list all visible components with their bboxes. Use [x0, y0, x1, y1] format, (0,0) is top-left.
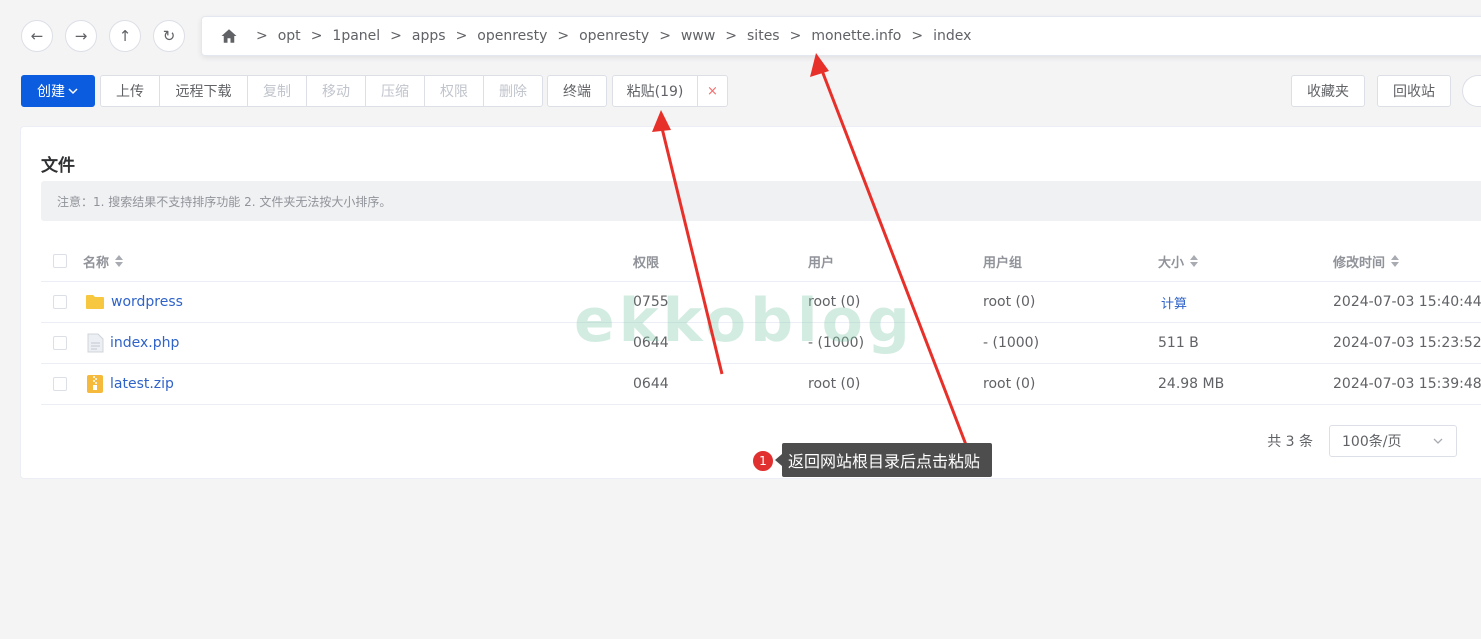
column-user: 用户	[808, 255, 835, 271]
column-name[interactable]: 名称	[83, 241, 124, 281]
row-checkbox[interactable]	[53, 377, 67, 391]
notice-bar: 注意：1. 搜索结果不支持排序功能 2. 文件夹无法按大小排序。	[41, 181, 1481, 221]
breadcrumb: > opt >1panel > apps > openresty > openresty…	[201, 16, 1481, 56]
breadcrumb-item[interactable]: >1panel	[301, 28, 380, 44]
column-modified[interactable]: 修改时间	[1333, 241, 1400, 281]
favorites-button[interactable]: 收藏夹	[1291, 75, 1365, 107]
breadcrumb-item[interactable]: > openresty	[446, 28, 548, 44]
sort-icon[interactable]	[1391, 255, 1400, 267]
breadcrumb-item[interactable]: > index	[901, 28, 971, 44]
row-checkbox[interactable]	[53, 295, 67, 309]
column-size[interactable]: 大小	[1158, 241, 1199, 281]
sort-icon[interactable]	[1190, 255, 1199, 267]
calculate-size-link[interactable]: 计算	[1161, 293, 1187, 312]
paste-button[interactable]: 粘贴(19)	[612, 75, 698, 107]
arrow-left-icon: ←	[30, 27, 44, 45]
home-icon[interactable]	[220, 27, 238, 45]
pagination: 共 3 条 100条/页	[1267, 425, 1457, 457]
breadcrumb-item[interactable]: > opt	[246, 28, 301, 44]
refresh-icon: ↻	[162, 27, 176, 45]
zip-icon	[87, 375, 103, 393]
copy-button[interactable]: 复制	[247, 75, 307, 107]
upload-button[interactable]: 上传	[100, 75, 160, 107]
annotation-tooltip: 返回网站根目录后点击粘贴	[774, 443, 993, 477]
delete-button[interactable]: 删除	[483, 75, 543, 107]
file-name-link[interactable]: wordpress	[111, 294, 183, 310]
page-size-select[interactable]: 100条/页	[1329, 425, 1457, 457]
row-checkbox[interactable]	[53, 336, 67, 350]
chevron-down-icon	[1433, 438, 1443, 444]
create-button[interactable]: 创建	[21, 75, 95, 107]
arrow-up-icon: ↑	[118, 27, 132, 45]
file-name-link[interactable]: index.php	[110, 335, 179, 351]
breadcrumb-item[interactable]: > monette.info	[780, 28, 902, 44]
column-group: 用户组	[983, 255, 1023, 271]
arrow-right-icon: →	[74, 27, 88, 45]
cancel-paste-button[interactable]: ×	[697, 75, 728, 107]
search-input[interactable]	[1462, 75, 1481, 107]
forward-button[interactable]: →	[65, 20, 97, 52]
page-title: 文件	[41, 156, 75, 176]
breadcrumb-item[interactable]: > apps	[380, 28, 445, 44]
remote-download-button[interactable]: 远程下载	[159, 75, 248, 107]
chevron-down-icon	[68, 88, 78, 95]
refresh-button[interactable]: ↻	[153, 20, 185, 52]
watermark-logo: ekkoblog	[574, 286, 914, 356]
up-button[interactable]: ↑	[109, 20, 141, 52]
table-header: 名称 权限 用户 用户组 大小 修改时间	[41, 241, 1481, 282]
recycle-bin-button[interactable]: 回收站	[1377, 75, 1451, 107]
close-icon: ×	[707, 83, 718, 99]
step-badge: 1	[752, 450, 774, 472]
file-icon	[87, 333, 104, 353]
breadcrumb-item[interactable]: > sites	[715, 28, 779, 44]
file-name-link[interactable]: latest.zip	[110, 376, 174, 392]
sort-icon[interactable]	[115, 255, 124, 267]
breadcrumb-item[interactable]: > openresty	[547, 28, 649, 44]
back-button[interactable]: ←	[21, 20, 53, 52]
select-all-checkbox[interactable]	[53, 254, 67, 268]
column-permission: 权限	[633, 255, 660, 271]
move-button[interactable]: 移动	[306, 75, 366, 107]
pagination-total: 共 3 条	[1267, 434, 1313, 450]
permission-button[interactable]: 权限	[424, 75, 484, 107]
terminal-button[interactable]: 终端	[547, 75, 607, 107]
breadcrumb-item[interactable]: > www	[649, 28, 715, 44]
compress-button[interactable]: 压缩	[365, 75, 425, 107]
table-row[interactable]: latest.zip 0644 root (0) root (0) 24.98 …	[41, 364, 1481, 405]
folder-icon	[86, 295, 104, 309]
